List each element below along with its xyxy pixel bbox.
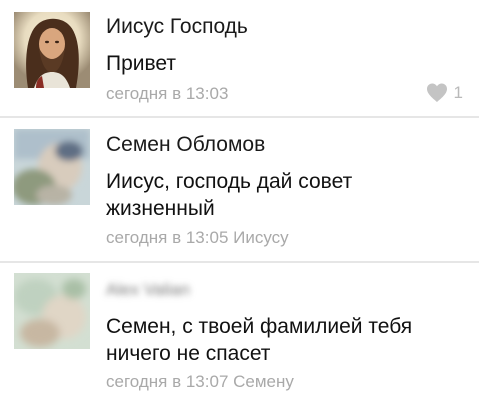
comment-author[interactable]: Alex Valian bbox=[106, 277, 190, 303]
avatar[interactable] bbox=[14, 129, 90, 205]
jesus-portrait-icon bbox=[14, 12, 90, 88]
heart-icon bbox=[426, 83, 447, 102]
comment-timestamp: сегодня в 13:07 bbox=[106, 372, 229, 391]
comment-timestamp: сегодня в 13:05 bbox=[106, 228, 229, 247]
comment-meta: сегодня в 13:05 Иисусу bbox=[106, 227, 289, 249]
blurred-user-photo-icon bbox=[14, 129, 90, 205]
comment-text: Иисус, господь дай совет жизненный bbox=[106, 170, 353, 220]
comment-meta: сегодня в 13:07 Семену bbox=[106, 371, 294, 393]
comment-text: Семен, с твоей фамилией тебя ничего не с… bbox=[106, 315, 413, 365]
blurred-user-photo-icon bbox=[14, 273, 90, 349]
reply-to-link[interactable]: Семену bbox=[233, 372, 294, 391]
comment-item[interactable]: Семен Обломов Иисус, господь дай совет ж… bbox=[0, 118, 479, 262]
reply-to-link[interactable]: Иисусу bbox=[233, 228, 289, 247]
comment-author[interactable]: Иисус Господь bbox=[106, 14, 248, 40]
like-count: 1 bbox=[453, 82, 463, 102]
like-button[interactable]: 1 bbox=[425, 82, 463, 103]
comment-author[interactable]: Семен Обломов bbox=[106, 132, 265, 158]
comment-item[interactable]: Иисус Господь Привет сегодня в 13:03 1 bbox=[0, 0, 479, 118]
comment-item[interactable]: Alex Valian Семен, с твоей фамилией тебя… bbox=[0, 263, 479, 406]
comment-text: Привет bbox=[106, 52, 177, 75]
comment-timestamp: сегодня в 13:03 bbox=[106, 84, 229, 103]
avatar[interactable] bbox=[14, 12, 90, 88]
avatar[interactable] bbox=[14, 273, 90, 349]
